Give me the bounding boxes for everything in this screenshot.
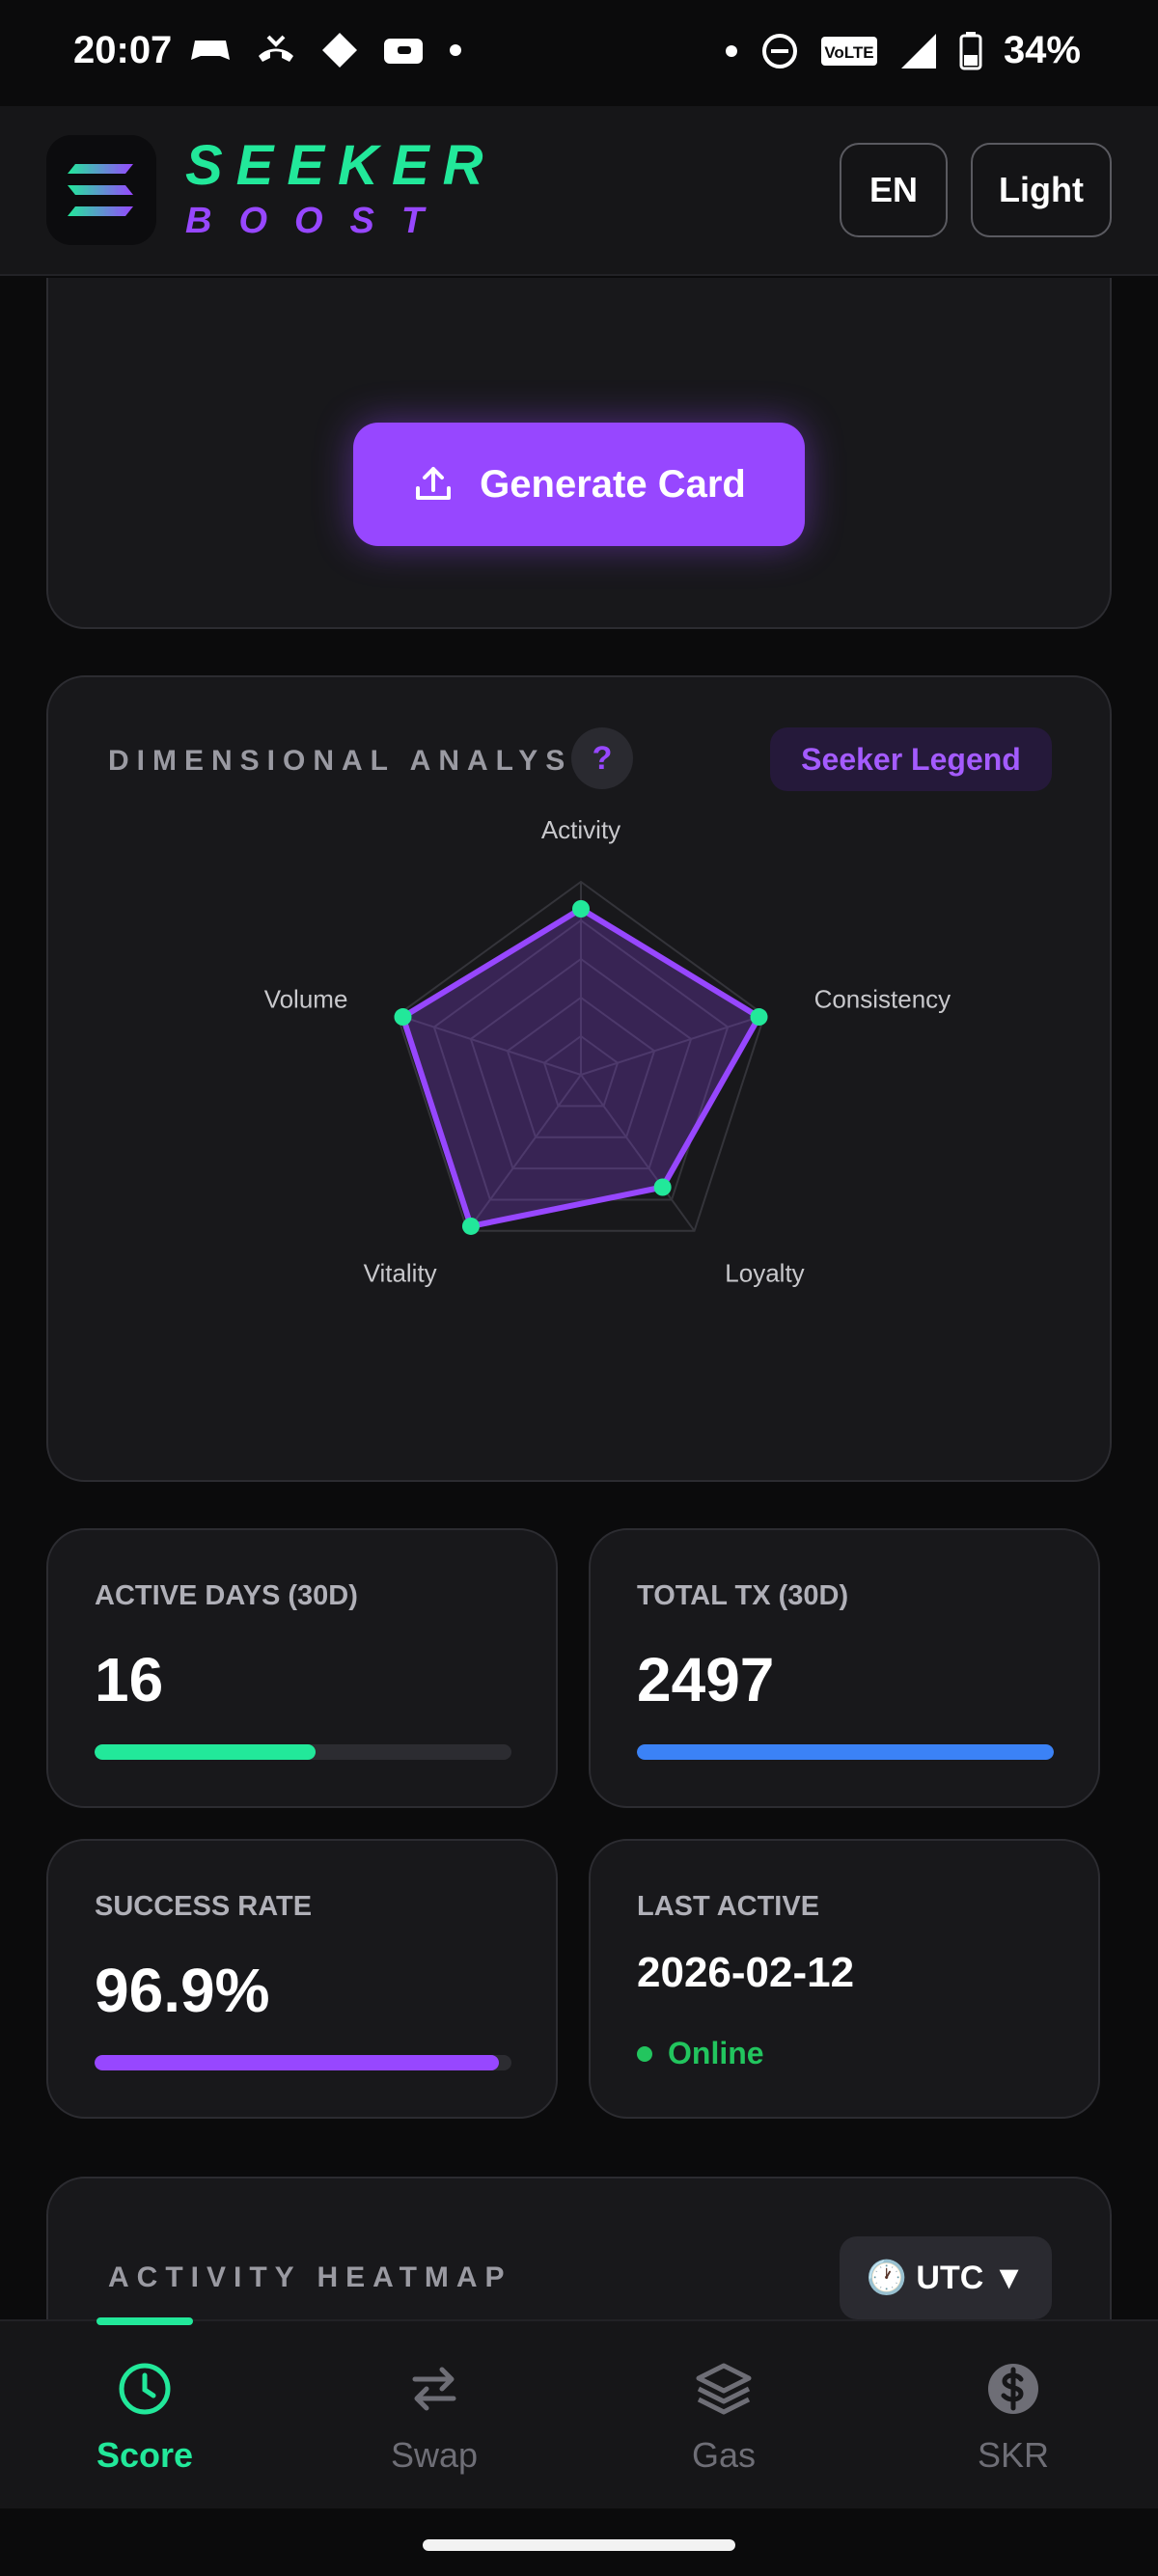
nav-label-skr: SKR: [977, 2435, 1050, 2475]
radar-point-loyalty: [653, 1178, 672, 1196]
logo-subtitle: BOOST: [185, 201, 452, 241]
clock-icon: [119, 2363, 171, 2415]
main-content[interactable]: Generate Card DIMENSIONAL ANALYSIS ? See…: [0, 278, 1158, 2319]
generate-card-label: Generate Card: [480, 462, 746, 506]
bottom-nav: Score Swap Gas SKR: [0, 2317, 1158, 2510]
last-active-card: LAST ACTIVE 2026-02-12 Online: [589, 1839, 1100, 2119]
online-status: Online: [637, 2036, 764, 2071]
total-tx-label: TOTAL TX (30D): [637, 1580, 849, 1611]
activity-heatmap-title: ACTIVITY HEATMAP: [108, 2261, 512, 2293]
success-rate-progress: [95, 2055, 511, 2070]
online-dot-icon: [637, 2045, 652, 2062]
radar-label-volume: Volume: [264, 985, 348, 1014]
last-active-label: LAST ACTIVE: [637, 1891, 820, 1922]
active-days-progress: [95, 1744, 511, 1760]
layers-icon: [696, 2363, 752, 2415]
radar-point-activity: [572, 900, 590, 918]
activity-heatmap-card: ACTIVITY HEATMAP 🕐 UTC ▼: [46, 2177, 1112, 2319]
missed-call-icon: [259, 35, 293, 62]
generate-card-button[interactable]: Generate Card: [353, 423, 805, 546]
radar-point-vitality: [461, 1217, 480, 1235]
svg-text:VoLTE: VoLTE: [824, 43, 873, 62]
battery-icon: [959, 31, 982, 69]
notification-icons: [189, 31, 463, 69]
radar-label-consistency: Consistency: [814, 985, 951, 1014]
last-active-value: 2026-02-12: [637, 1949, 855, 1996]
status-time: 20:07: [73, 29, 173, 71]
timezone-select[interactable]: 🕐 UTC ▼: [840, 2236, 1052, 2319]
active-days-value: 16: [95, 1645, 164, 1714]
active-days-card: ACTIVE DAYS (30D) 16: [46, 1528, 558, 1808]
total-tx-progress: [637, 1744, 1054, 1760]
radar-label-activity: Activity: [541, 815, 620, 844]
dimensional-analysis-card: DIMENSIONAL ANALYSIS ? Seeker Legend Act…: [46, 675, 1112, 1482]
theme-toggle-button[interactable]: Light: [971, 143, 1112, 237]
success-rate-card: SUCCESS RATE 96.9%: [46, 1839, 558, 2119]
solana-logo-icon: [46, 135, 156, 245]
radar-point-volume: [394, 1008, 412, 1027]
online-status-label: Online: [668, 2036, 764, 2070]
radar-shape: [400, 906, 762, 1229]
status-bar: 20:07 VoLTE 34%: [0, 0, 1158, 106]
swap-arrows-icon: [412, 2367, 456, 2411]
dot-icon: [725, 44, 737, 57]
wallet-icon: [384, 39, 423, 64]
total-tx-card: TOTAL TX (30D) 2497: [589, 1528, 1100, 1808]
active-tab-indicator: [96, 2317, 193, 2325]
radar-point-consistency: [750, 1008, 768, 1027]
nav-label-gas: Gas: [691, 2435, 757, 2475]
app-header: SEEKER BOOST EN Light: [0, 106, 1158, 276]
logo-title: SEEKER: [185, 134, 497, 197]
nav-item-score[interactable]: Score: [0, 2317, 290, 2510]
nav-item-swap[interactable]: Swap: [290, 2321, 579, 2510]
dot-icon: [450, 44, 461, 56]
success-rate-value: 96.9%: [95, 1956, 270, 2025]
nav-label-swap: Swap: [390, 2435, 479, 2475]
home-gesture-bar[interactable]: [423, 2539, 735, 2551]
dollar-coin-icon: [988, 2364, 1038, 2414]
battery-percent: 34%: [1003, 29, 1081, 71]
language-button[interactable]: EN: [840, 143, 948, 237]
radar-label-loyalty: Loyalty: [725, 1258, 804, 1287]
diamond-icon: [322, 33, 357, 68]
radar-chart: Activity Consistency Loyalty Vitality Volume: [264, 815, 951, 1287]
score-card: Generate Card: [46, 278, 1112, 629]
system-icons: VoLTE 34%: [724, 29, 1081, 72]
gesture-area: [0, 2508, 1158, 2576]
do-not-disturb-icon: [761, 33, 797, 69]
gamepad-icon: [191, 41, 230, 60]
nav-label-score: Score: [96, 2435, 194, 2475]
total-tx-value: 2497: [637, 1645, 775, 1714]
success-rate-label: SUCCESS RATE: [95, 1891, 313, 1922]
radar-label-vitality: Vitality: [364, 1258, 437, 1287]
nav-item-skr[interactable]: SKR: [868, 2321, 1158, 2510]
nav-item-gas[interactable]: Gas: [579, 2321, 868, 2510]
active-days-label: ACTIVE DAYS (30D): [95, 1580, 358, 1611]
volte-icon: VoLTE: [820, 36, 877, 66]
signal-icon: [900, 33, 936, 69]
upload-icon: [416, 467, 452, 500]
